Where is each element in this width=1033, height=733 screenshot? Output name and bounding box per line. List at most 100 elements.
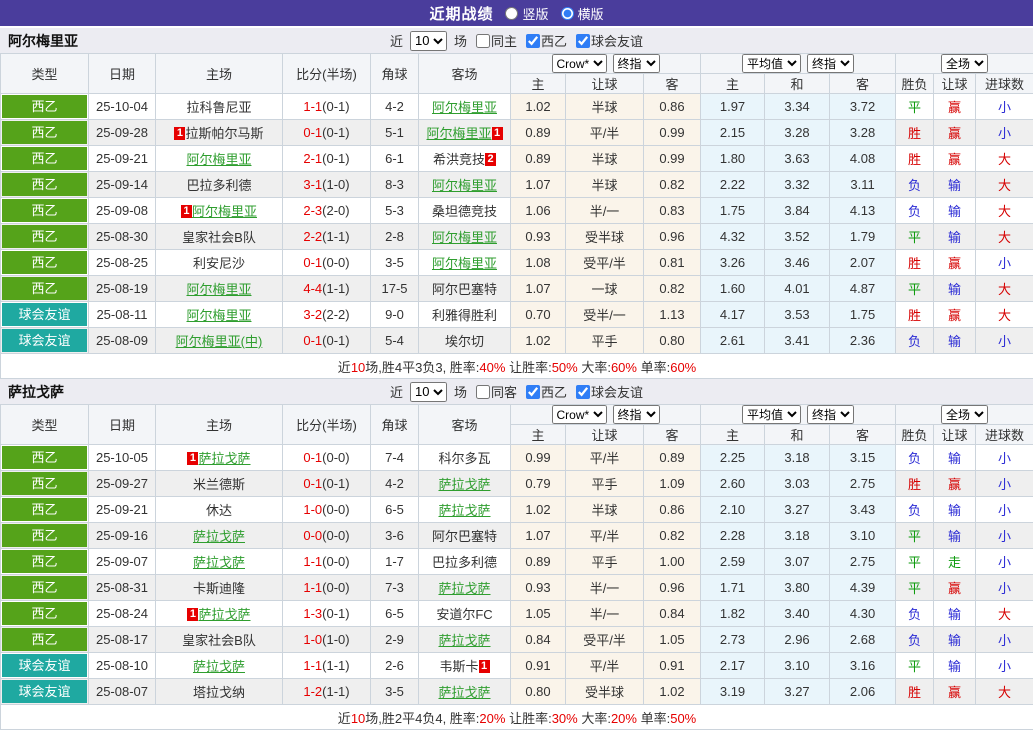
home-team-name[interactable]: 巴拉多利德	[186, 178, 251, 193]
recent-count-select[interactable]: 10	[409, 381, 447, 402]
red-card-badge: 1	[180, 205, 192, 218]
result-goals: 小	[975, 574, 1033, 601]
red-card-badge: 1	[187, 608, 199, 621]
away-team-name[interactable]: 阿尔梅里亚	[432, 178, 497, 193]
home-team-name[interactable]: 阿尔梅里亚(中)	[176, 334, 263, 349]
away-team-name[interactable]: 萨拉戈萨	[438, 581, 490, 596]
home-team-name[interactable]: 萨拉戈萨	[193, 555, 245, 570]
away-team-name[interactable]: 萨拉戈萨	[438, 633, 490, 648]
layout-vertical-option[interactable]: 竖版	[505, 4, 549, 23]
halftime-score: (0-1)	[322, 606, 350, 621]
layout-horizontal-option[interactable]: 横版	[560, 4, 604, 23]
away-team-name[interactable]: 桑坦德竞技	[432, 204, 497, 219]
result-outcome: 平	[895, 522, 935, 549]
away-team-name[interactable]: 萨拉戈萨	[438, 477, 490, 492]
same-venue-option[interactable]: 同客	[470, 382, 517, 401]
league-checkbox[interactable]	[526, 33, 540, 48]
subcol-5: 客	[829, 424, 897, 445]
result-goals: 大	[975, 301, 1033, 328]
match-type-badge: 西乙	[2, 550, 87, 573]
avg-draw: 3.03	[764, 470, 831, 497]
vertical-layout-radio[interactable]	[505, 6, 519, 20]
away-team-name[interactable]: 阿尔巴塞特	[432, 529, 497, 544]
away-team-name[interactable]: 阿尔巴塞特	[432, 282, 497, 297]
friendly-option[interactable]: 球会友谊	[570, 31, 643, 50]
table-row: 球会友谊 25-08-09 阿尔梅里亚(中) 0-1(0-1) 5-4 埃尔切 1.02 平手…	[0, 327, 1033, 354]
away-team-name[interactable]: 韦斯卡	[439, 659, 478, 674]
friendly-checkbox[interactable]	[576, 33, 591, 48]
corner-count: 3-5	[370, 249, 419, 276]
odds-final-select[interactable]: 终指	[612, 405, 660, 424]
average-final-select[interactable]: 终指	[807, 54, 855, 73]
odds-source-select[interactable]: Crow*	[551, 405, 607, 424]
home-team-name[interactable]: 萨拉戈萨	[198, 451, 250, 466]
same-venue-option[interactable]: 同主	[470, 31, 517, 50]
match-type-cell: 球会友谊	[0, 678, 89, 705]
home-team-name[interactable]: 阿尔梅里亚	[186, 282, 251, 297]
home-team-name[interactable]: 萨拉戈萨	[198, 607, 250, 622]
away-team-name[interactable]: 萨拉戈萨	[438, 503, 490, 518]
result-outcome: 平	[895, 574, 935, 601]
home-team-name[interactable]: 阿尔梅里亚	[186, 152, 251, 167]
results-table-holder: 类型 日期 主场 比分(半场) 角球 客场 Crow* 终指 平均值 终指 全场主让球客主和客胜负让…	[0, 53, 1033, 379]
home-team-name[interactable]: 利安尼沙	[193, 256, 245, 271]
avg-home: 3.19	[700, 678, 766, 705]
away-team-name[interactable]: 埃尔切	[445, 334, 484, 349]
subcol-8: 进球数	[975, 424, 1033, 445]
friendly-checkbox[interactable]	[576, 384, 591, 399]
match-type-badge: 球会友谊	[2, 680, 87, 703]
scope-select[interactable]: 全场	[941, 54, 989, 73]
home-team-cell: 1 萨拉戈萨	[155, 600, 283, 627]
away-team-name[interactable]: 巴拉多利德	[432, 555, 497, 570]
result-outcome: 胜	[895, 678, 935, 705]
average-select[interactable]: 平均值	[742, 54, 802, 73]
home-team-name[interactable]: 拉斯帕尔马斯	[185, 126, 263, 141]
away-team-name[interactable]: 萨拉戈萨	[438, 685, 490, 700]
odds-final-select[interactable]: 终指	[612, 54, 660, 73]
odds-handicap: 平手	[565, 470, 644, 497]
away-team-name[interactable]: 阿尔梅里亚	[432, 100, 497, 115]
average-final-select[interactable]: 终指	[807, 405, 855, 424]
result-outcome: 平	[895, 93, 935, 120]
odds-handicap: 半/一	[565, 600, 644, 627]
match-type-badge: 西乙	[2, 277, 87, 300]
odds-home: 1.07	[510, 171, 566, 198]
corner-count: 5-4	[370, 327, 419, 354]
home-team-name[interactable]: 阿尔梅里亚	[186, 308, 251, 323]
league-label: 西乙	[541, 34, 568, 49]
friendly-option[interactable]: 球会友谊	[570, 382, 643, 401]
league-checkbox[interactable]	[526, 384, 540, 399]
same-venue-checkbox[interactable]	[475, 384, 490, 399]
away-team-name[interactable]: 阿尔梅里亚	[432, 256, 497, 271]
match-date: 25-09-28	[88, 119, 156, 146]
away-team-name[interactable]: 希洪竞技	[433, 152, 485, 167]
odds-source-select[interactable]: Crow*	[551, 54, 607, 73]
away-team-name[interactable]: 利雅得胜利	[432, 308, 497, 323]
home-team-name[interactable]: 皇家社会B队	[182, 633, 256, 648]
away-team-name[interactable]: 阿尔梅里亚	[426, 126, 491, 141]
scope-select[interactable]: 全场	[941, 405, 989, 424]
home-team-name[interactable]: 皇家社会B队	[182, 230, 256, 245]
home-team-name[interactable]: 休达	[206, 503, 232, 518]
home-team-name[interactable]: 塔拉戈纳	[193, 685, 245, 700]
horizontal-layout-radio[interactable]	[560, 6, 574, 20]
odds-home: 0.89	[510, 548, 566, 575]
corner-count: 7-3	[370, 574, 419, 601]
away-team-name[interactable]: 安道尔FC	[436, 607, 492, 622]
home-team-name[interactable]: 卡斯迪隆	[193, 581, 245, 596]
away-team-name[interactable]: 科尔多瓦	[438, 451, 490, 466]
home-team-name[interactable]: 拉科鲁尼亚	[186, 100, 251, 115]
average-select[interactable]: 平均值	[742, 405, 802, 424]
odds-handicap: 受半球	[565, 223, 644, 250]
home-team-name[interactable]: 米兰德斯	[193, 477, 245, 492]
home-team-name[interactable]: 萨拉戈萨	[193, 659, 245, 674]
league-option[interactable]: 西乙	[520, 31, 567, 50]
recent-count-select[interactable]: 10	[409, 30, 447, 51]
odds-away: 0.99	[642, 119, 702, 146]
away-team-name[interactable]: 阿尔梅里亚	[432, 230, 497, 245]
avg-home: 3.26	[700, 249, 766, 276]
home-team-name[interactable]: 阿尔梅里亚	[192, 204, 257, 219]
league-option[interactable]: 西乙	[520, 382, 567, 401]
same-venue-checkbox[interactable]	[475, 33, 490, 48]
home-team-name[interactable]: 萨拉戈萨	[193, 529, 245, 544]
